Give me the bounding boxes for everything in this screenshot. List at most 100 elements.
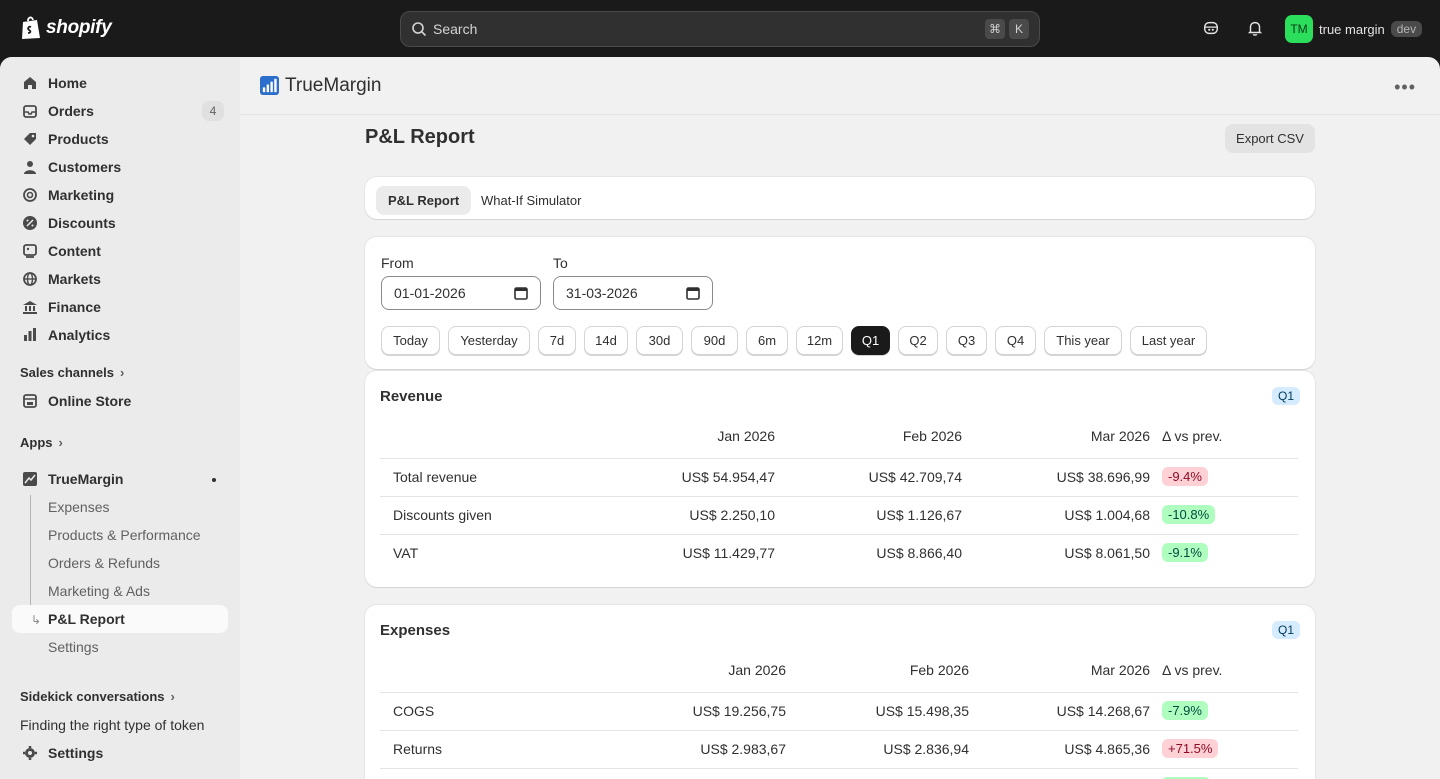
column-header-jan: Jan 2026 [728,662,786,678]
preset-yesterday[interactable]: Yesterday [448,326,530,355]
expenses-card: Expenses Q1 Jan 2026 Feb 2026 Mar 2026 Δ… [365,605,1315,779]
cell-value: US$ 1.004,68 [1064,507,1150,523]
preset-90d[interactable]: 90d [691,326,738,355]
target-icon [22,187,38,203]
sidebar-item-settings[interactable]: Settings [12,739,228,767]
user-name: true margin [1319,21,1385,37]
more-actions-icon[interactable]: ••• [1394,77,1416,98]
calendar-icon [686,287,700,300]
sidebar-item-truemargin[interactable]: TrueMargin [12,465,228,493]
sidebar-item-online-store[interactable]: Online Store [12,387,228,415]
preset-7d[interactable]: 7d [538,326,576,355]
delta-badge: -9.4% [1162,467,1208,486]
row-divider [380,730,1298,731]
sidebar-item-analytics[interactable]: Analytics [12,321,228,349]
top-bar: shopify Search ⌘ K TM true margin dev [0,0,1440,57]
sidebar-sub-settings[interactable]: Settings [48,639,99,655]
tab-pl-report[interactable]: P&L Report [376,186,472,215]
search-shortcut: ⌘ K [985,19,1029,39]
cell-value: US$ 38.696,99 [1056,469,1150,485]
search-input[interactable]: Search ⌘ K [400,11,1040,47]
sidebar-item-label: Markets [48,271,101,287]
sidebar-item-content[interactable]: Content [12,237,228,265]
period-badge: Q1 [1271,387,1300,405]
gear-icon [22,745,38,761]
sidebar-item-orders[interactable]: Orders 4 [12,97,228,125]
to-date-input[interactable]: 31-03-2026 [553,276,713,310]
sidebar-item-home[interactable]: Home [12,69,228,97]
row-label-total-revenue: Total revenue [393,469,478,485]
bell-icon[interactable] [1245,18,1265,38]
sidebar-item-label: Discounts [48,215,116,231]
sidebar-item-customers[interactable]: Customers [12,153,228,181]
chevron-right-icon: › [170,689,175,704]
sales-channels-header[interactable]: Sales channels › [20,365,124,380]
from-date-input[interactable]: 01-01-2026 [381,276,541,310]
sidebar-item-label: TrueMargin [48,471,124,487]
expenses-title: Expenses [380,622,451,639]
sidekick-conversation[interactable]: Finding the right type of token [20,717,204,733]
command-key: ⌘ [985,19,1005,39]
to-date-value: 31-03-2026 [566,285,638,301]
preset-6m[interactable]: 6m [746,326,788,355]
row-label-returns: Returns [393,741,443,757]
preset-q2[interactable]: Q2 [898,326,938,355]
preset-this-year[interactable]: This year [1044,326,1122,355]
preset-q1[interactable]: Q1 [851,326,890,355]
preset-30d[interactable]: 30d [636,326,683,355]
preset-last-year[interactable]: Last year [1130,326,1207,355]
preset-12m[interactable]: 12m [796,326,843,355]
tab-what-if-simulator[interactable]: What-If Simulator [469,186,593,215]
sidebar-item-finance[interactable]: Finance [12,293,228,321]
column-header-feb: Feb 2026 [909,662,969,678]
cell-value: US$ 11.429,77 [682,545,775,561]
sidebar-sub-expenses[interactable]: Expenses [48,499,109,515]
app-header: TrueMargin ••• [240,57,1440,115]
sidebar-item-markets[interactable]: Markets [12,265,228,293]
sidebar-sub-pl-report[interactable]: P&L Report [48,611,125,627]
preset-today[interactable]: Today [381,326,440,355]
preset-q3[interactable]: Q3 [946,326,987,355]
cell-value: US$ 2.983,67 [700,741,786,757]
cell-value: US$ 2.836,94 [883,741,969,757]
row-label-discounts-given: Discounts given [393,507,492,523]
to-label: To [553,255,568,271]
sidebar-sub-marketing-ads[interactable]: Marketing & Ads [48,583,150,599]
admin-shell: Home Orders 4 Products Customers Marketi… [0,57,1440,779]
sidebar-item-label: Settings [48,745,104,761]
preset-q4[interactable]: Q4 [995,326,1036,355]
person-icon [22,159,38,175]
cell-value: US$ 1.126,67 [876,507,962,523]
delta-badge: +71.5% [1162,739,1219,758]
sidebar-item-marketing[interactable]: Marketing [12,181,228,209]
search-icon [412,22,427,37]
sidekick-icon[interactable] [1201,18,1221,38]
sidebar-item-label: Content [48,243,101,259]
shopify-bag-icon [22,16,40,39]
sidekick-label: Sidekick conversations [20,689,165,704]
column-header-mar: Mar 2026 [1090,428,1150,444]
sidebar-sub-orders-refunds[interactable]: Orders & Refunds [48,555,160,571]
revenue-title: Revenue [380,388,443,405]
export-csv-button[interactable]: Export CSV [1225,124,1315,153]
sidekick-header[interactable]: Sidekick conversations › [20,689,175,704]
orders-icon [22,103,38,119]
cell-value: US$ 8.866,40 [876,545,962,561]
truemargin-app-icon [22,471,38,487]
date-filter-card: From 01-01-2026 To 31-03-2026 Today Yest… [365,237,1315,369]
sidebar-item-label: Finance [48,299,101,315]
from-label: From [381,255,414,271]
sidebar-item-label: Customers [48,159,122,175]
preset-14d[interactable]: 14d [584,326,628,355]
sidebar-item-discounts[interactable]: Discounts [12,209,228,237]
cell-value: US$ 8.061,50 [1064,545,1150,561]
shopify-logo[interactable]: shopify [20,15,112,40]
row-divider [380,458,1298,459]
user-menu[interactable]: TM true margin dev [1285,15,1423,43]
apps-header[interactable]: Apps › [20,435,63,450]
sidebar-sub-products-performance[interactable]: Products & Performance [48,527,201,543]
period-badge: Q1 [1271,621,1300,639]
calendar-icon [514,287,528,300]
brand-name: shopify [46,16,112,38]
sidebar-item-products[interactable]: Products [12,125,228,153]
